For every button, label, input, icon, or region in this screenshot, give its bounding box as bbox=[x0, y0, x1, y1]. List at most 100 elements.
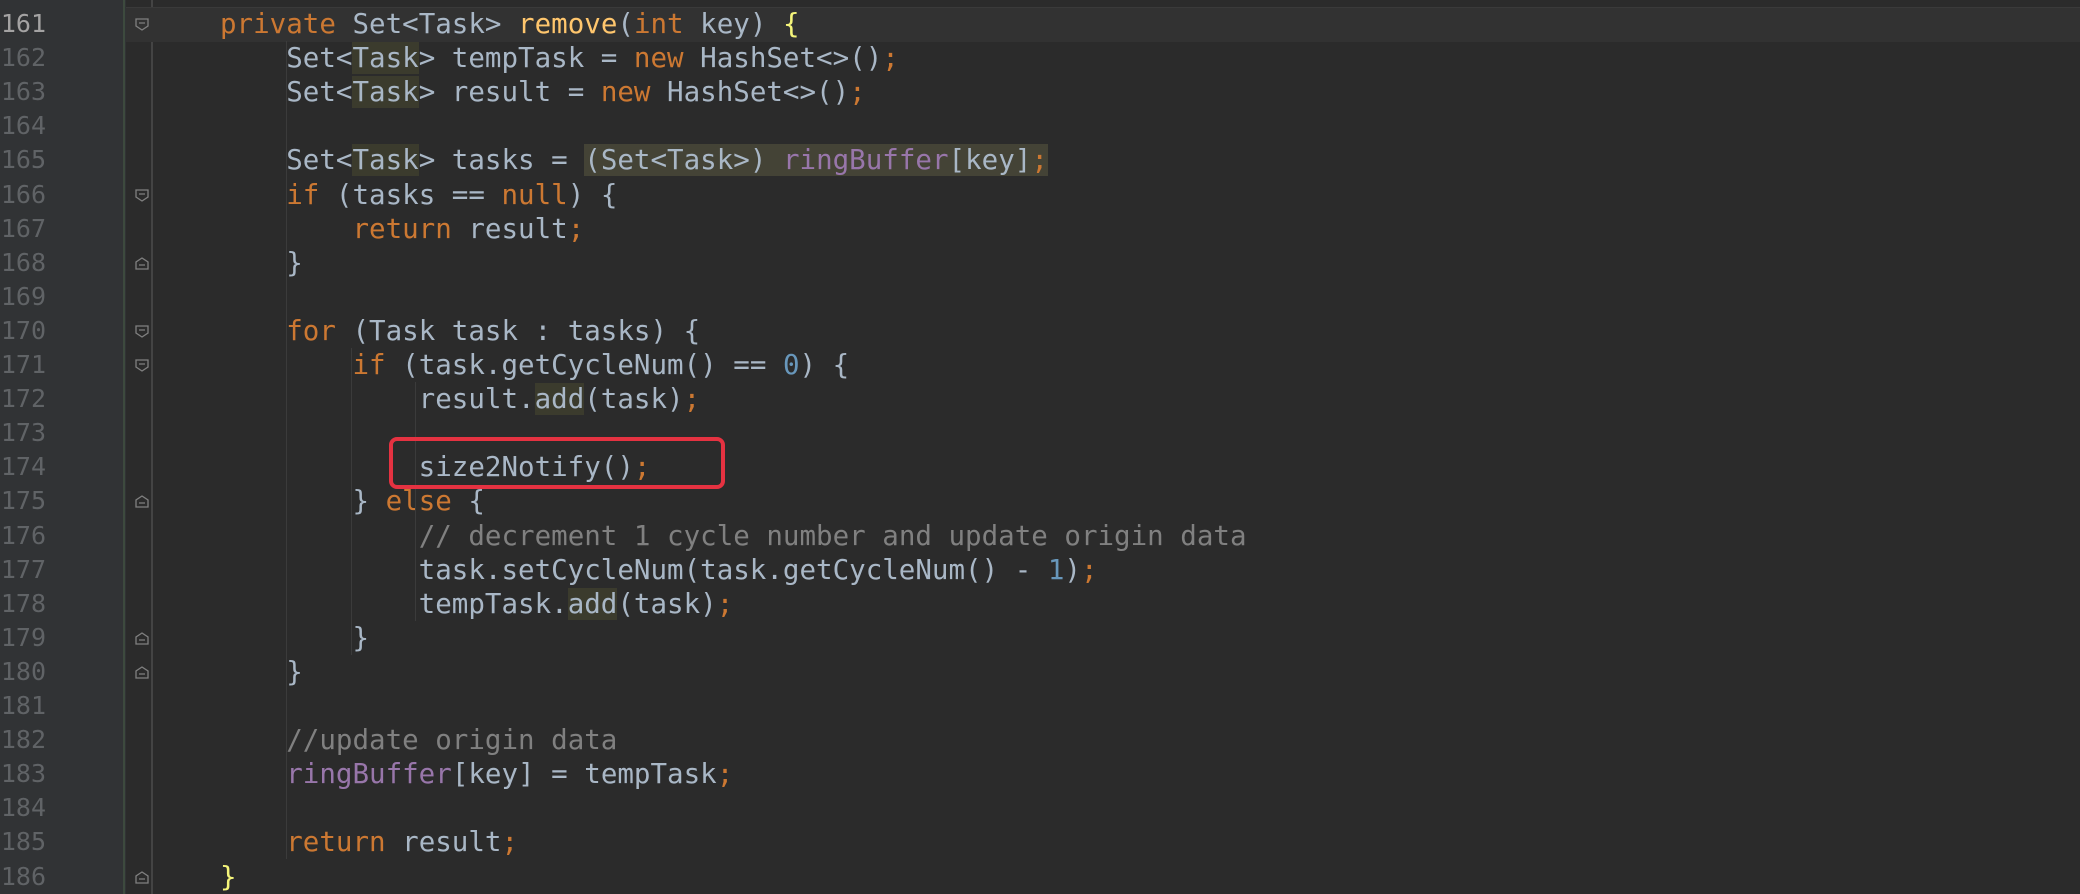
code-token: Task bbox=[352, 76, 419, 109]
code-token: [key] = tempTask bbox=[451, 758, 717, 791]
line-number: 185 bbox=[0, 827, 46, 857]
code-token: ; bbox=[501, 826, 519, 859]
code-text: } bbox=[220, 246, 303, 280]
code-token: return bbox=[352, 212, 452, 245]
code-text: } bbox=[220, 655, 303, 689]
code-line[interactable]: 179 } bbox=[0, 621, 2080, 655]
code-token: //update origin data bbox=[286, 724, 618, 757]
code-text: } bbox=[220, 860, 237, 894]
code-token: Task bbox=[352, 144, 419, 177]
code-line[interactable]: 166 if (tasks == null) { bbox=[0, 178, 2080, 212]
code-line[interactable]: 164 bbox=[0, 109, 2080, 143]
line-number: 175 bbox=[0, 486, 46, 516]
line-number: 178 bbox=[0, 588, 46, 618]
fold-close-icon[interactable] bbox=[135, 870, 149, 884]
code-text: Set<Task> result = new HashSet<>(); bbox=[220, 75, 866, 109]
code-text: //update origin data bbox=[220, 723, 617, 757]
line-number: 173 bbox=[0, 418, 46, 448]
code-text: return result; bbox=[220, 825, 518, 859]
code-token: > tempTask = bbox=[418, 42, 634, 75]
code-line[interactable]: 174 size2Notify(); bbox=[0, 450, 2080, 484]
code-token: } bbox=[220, 246, 303, 279]
fold-open-icon[interactable] bbox=[135, 18, 149, 31]
code-line[interactable]: 169 bbox=[0, 280, 2080, 314]
line-number: 171 bbox=[0, 350, 46, 379]
code-token: result bbox=[451, 212, 568, 245]
code-token: [key] bbox=[948, 144, 1032, 177]
code-token: Set<Task> bbox=[335, 8, 519, 40]
code-token: } bbox=[220, 485, 386, 518]
code-token: add bbox=[534, 383, 585, 416]
fold-open-icon[interactable] bbox=[135, 188, 149, 202]
code-line[interactable]: 172 result.add(task); bbox=[0, 382, 2080, 416]
code-text: } bbox=[220, 621, 369, 655]
code-token: ringBuffer bbox=[286, 758, 452, 791]
fold-close-icon[interactable] bbox=[135, 495, 149, 509]
code-line[interactable]: 176 // decrement 1 cycle number and upda… bbox=[0, 519, 2080, 553]
code-token: if bbox=[286, 178, 320, 211]
fold-close-icon[interactable] bbox=[135, 666, 149, 679]
code-text: for (Task task : tasks) { bbox=[220, 314, 700, 348]
code-line[interactable]: 168 } bbox=[0, 246, 2080, 280]
code-token: HashSet<>() bbox=[650, 76, 850, 109]
code-token: // decrement 1 cycle number and update o… bbox=[418, 519, 1247, 552]
code-line[interactable]: 183 ringBuffer[key] = tempTask; bbox=[0, 757, 2080, 791]
line-number: 169 bbox=[0, 281, 46, 311]
code-token: new bbox=[633, 42, 684, 75]
code-token: { bbox=[782, 8, 800, 40]
code-text: if (tasks == null) { bbox=[220, 178, 617, 212]
code-token: ; bbox=[1031, 144, 1048, 177]
code-token: (Set<Task>) bbox=[584, 144, 783, 177]
code-line[interactable]: 170 for (Task task : tasks) { bbox=[0, 314, 2080, 348]
code-token: > tasks = bbox=[418, 144, 585, 177]
code-line[interactable]: 173 bbox=[0, 416, 2080, 450]
code-editor[interactable]: 161 private Set<Task> remove(int key) {16… bbox=[0, 0, 2080, 894]
code-token: tempTask. bbox=[220, 587, 568, 620]
line-number: 174 bbox=[0, 452, 46, 482]
code-text: } else { bbox=[220, 484, 485, 518]
code-token: ; bbox=[567, 212, 585, 245]
line-number: 167 bbox=[0, 213, 46, 243]
line-number: 180 bbox=[0, 656, 46, 686]
fold-close-icon[interactable] bbox=[135, 256, 149, 270]
line-number: 170 bbox=[0, 315, 46, 345]
code-line[interactable]: 161 private Set<Task> remove(int key) { bbox=[0, 7, 2080, 41]
code-token: add bbox=[567, 587, 618, 620]
line-number: 162 bbox=[0, 43, 46, 73]
code-line[interactable]: 180 } bbox=[0, 655, 2080, 689]
code-line[interactable]: 171 if (task.getCycleNum() == 0) { bbox=[0, 348, 2080, 382]
code-token: } bbox=[220, 621, 370, 654]
code-line[interactable]: 178 tempTask.add(task); bbox=[0, 587, 2080, 621]
fold-open-icon[interactable] bbox=[135, 325, 149, 338]
code-line[interactable]: 181 bbox=[0, 689, 2080, 723]
fold-open-icon[interactable] bbox=[135, 359, 149, 372]
code-line[interactable]: 186} bbox=[0, 860, 2080, 894]
code-line[interactable]: 167 return result; bbox=[0, 212, 2080, 246]
code-line[interactable]: 184 bbox=[0, 791, 2080, 825]
code-line[interactable]: 185 return result; bbox=[0, 825, 2080, 859]
code-line[interactable]: 163 Set<Task> result = new HashSet<>(); bbox=[0, 75, 2080, 109]
code-line[interactable]: 162 Set<Task> tempTask = new HashSet<>()… bbox=[0, 41, 2080, 75]
code-line[interactable]: 177 task.setCycleNum(task.getCycleNum() … bbox=[0, 553, 2080, 587]
line-number: 168 bbox=[0, 247, 46, 277]
code-token: 0 bbox=[782, 349, 800, 381]
code-line[interactable]: 182 //update origin data bbox=[0, 723, 2080, 757]
code-line[interactable]: 175 } else { bbox=[0, 484, 2080, 518]
code-token: else bbox=[385, 485, 452, 518]
code-token: for bbox=[286, 314, 336, 347]
line-number: 184 bbox=[0, 793, 46, 823]
line-number: 183 bbox=[0, 759, 46, 789]
code-line[interactable]: 165 Set<Task> tasks = (Set<Task>) ringBu… bbox=[0, 143, 2080, 177]
fold-close-icon[interactable] bbox=[135, 632, 149, 645]
code-token: private bbox=[220, 8, 336, 40]
code-token: key) bbox=[683, 8, 783, 40]
line-number: 176 bbox=[0, 520, 46, 550]
code-token: ) { bbox=[799, 349, 850, 381]
code-token: task.setCycleNum(task.getCycleNum() - bbox=[220, 553, 1048, 586]
code-token: (task) bbox=[584, 383, 684, 416]
code-token: Task bbox=[352, 42, 419, 75]
